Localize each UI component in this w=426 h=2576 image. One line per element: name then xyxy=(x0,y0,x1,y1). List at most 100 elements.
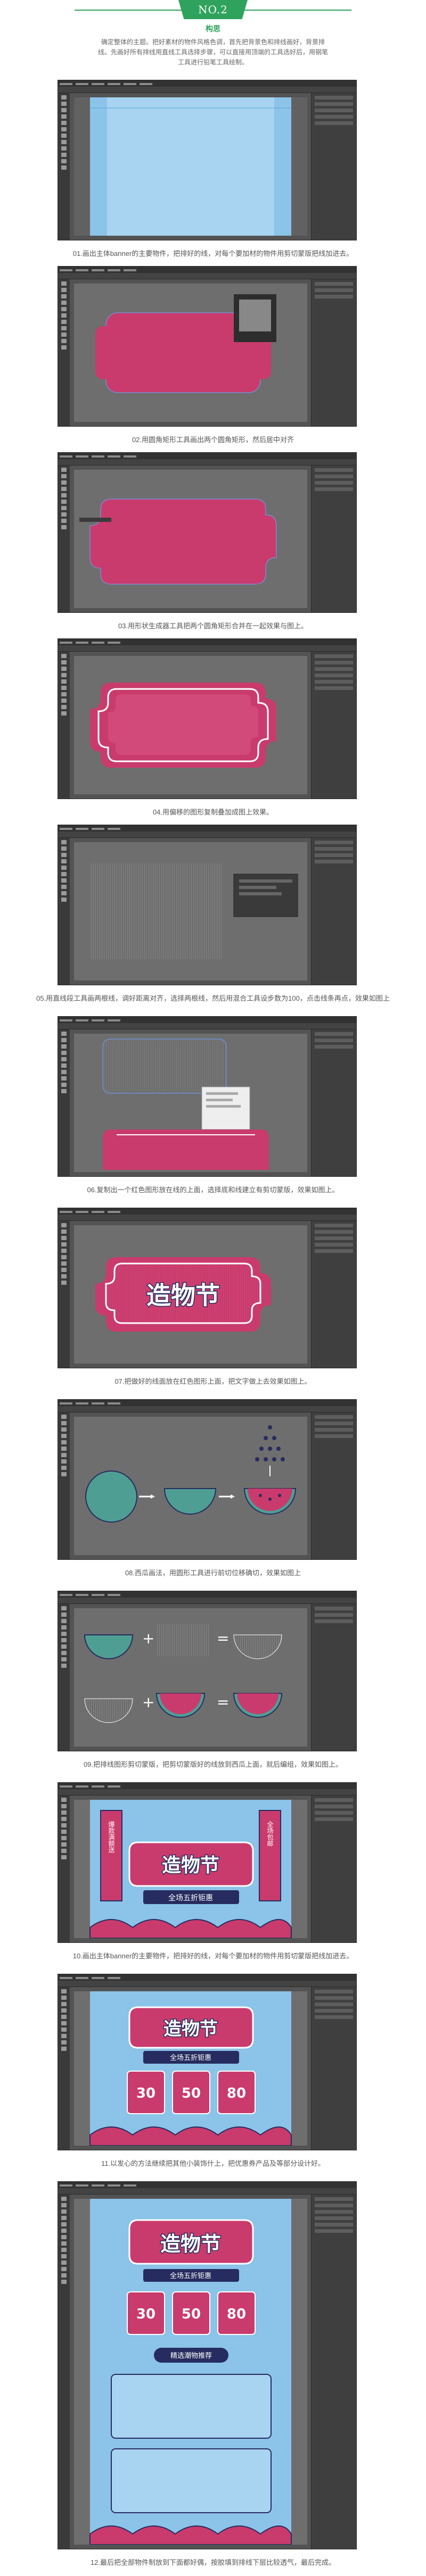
artboard xyxy=(74,842,307,980)
options-bar xyxy=(58,1023,356,1029)
artboard: 造物节 xyxy=(74,1225,307,1364)
clip-mask-art xyxy=(102,1038,269,1170)
section-intro: 确定整体的主题。把好素材的物件风格色调，首先把背景色和排线画好，背景排线。先画好… xyxy=(97,38,328,66)
side-panel xyxy=(311,1987,356,2150)
tool-panel xyxy=(58,93,70,240)
screenshot-12: 造物节 全场五折钜惠 30 50 80 精选潮物推荐 xyxy=(58,2181,357,2549)
side-panel xyxy=(311,2195,356,2549)
banner-subtitle: 全场五折钜惠 xyxy=(170,2054,211,2062)
menu-bar xyxy=(58,1974,356,1981)
side-panel xyxy=(311,838,356,985)
artboard: 造物节 全场五折钜惠 30 50 80 xyxy=(74,1991,307,2146)
banner-title: 造物节 xyxy=(163,2018,218,2040)
side-panel xyxy=(311,1796,356,1942)
step-caption: 08.西瓜画法，用圆形工具进行前切位移确切，效果如图上 xyxy=(125,1569,301,1577)
options-bar xyxy=(58,1598,356,1604)
options-bar xyxy=(58,273,356,279)
artboard xyxy=(74,97,307,236)
watermelon-steps-art xyxy=(85,1425,297,1523)
banner-subtitle: 全场五折钜惠 xyxy=(168,1893,213,1902)
menu-bar xyxy=(58,1400,356,1406)
artboard xyxy=(74,470,307,608)
artboard: 造物节 全场五折钜惠 30 50 80 精选潮物推荐 xyxy=(74,2199,307,2545)
screenshot-8 xyxy=(58,1399,357,1560)
final-poster-art: 造物节 全场五折钜惠 30 50 80 精选潮物推荐 xyxy=(89,2199,292,2545)
section-subtitle: 构思 xyxy=(206,24,220,33)
merged-shape-art xyxy=(79,498,277,585)
artboard xyxy=(74,1417,307,1555)
side-panel xyxy=(311,1029,356,1176)
options-bar xyxy=(58,1215,356,1221)
step-caption: 02.用圆角矩形工具画出两个圆角矩形，然后居中对齐 xyxy=(132,436,294,444)
menu-bar xyxy=(58,825,356,832)
menu-bar xyxy=(58,1783,356,1789)
tool-panel xyxy=(58,1604,70,1751)
blue-background-art xyxy=(90,97,291,236)
pattern-merge-art: + = + = xyxy=(84,1624,283,1723)
options-bar xyxy=(58,1406,356,1412)
coupon-value: 30 xyxy=(136,2085,155,2101)
tool-panel xyxy=(58,466,70,612)
screenshot-11: 造物节 全场五折钜惠 30 50 80 xyxy=(58,1974,357,2150)
menu-bar xyxy=(58,1591,356,1598)
options-bar xyxy=(58,645,356,652)
step-caption: 07.把做好的线面放在红色图形上面，把文字做上去效果如图上。 xyxy=(114,1377,312,1385)
options-bar xyxy=(58,1789,356,1796)
coupon-value: 30 xyxy=(136,2306,155,2322)
side-panel xyxy=(311,466,356,612)
banner-right-text: 全场包邮 xyxy=(266,1821,274,1847)
step-caption: 05.用直线段工具画两根线，调好距离对齐，选择两根线，然后用混合工具设步数为10… xyxy=(36,994,390,1002)
options-bar xyxy=(58,2188,356,2195)
step-caption: 11.以发心的方法继续把其他小装饰什上，把优惠券产品及等部分设计好。 xyxy=(101,2159,325,2167)
section-badge: NO.2 xyxy=(178,0,248,19)
badge-wrap: NO.2 xyxy=(0,0,426,21)
step-caption: 04.用偏移的图形复制叠加成图上效果。 xyxy=(152,808,274,816)
tool-panel xyxy=(58,1029,70,1176)
coupon-value: 80 xyxy=(227,2306,246,2322)
title-sign-art: 造物节 xyxy=(95,1257,271,1332)
side-panel xyxy=(311,1412,356,1559)
tool-panel xyxy=(58,279,70,426)
screenshot-10: 爆款满额送 全场包邮 造物节 全场五折钜惠 xyxy=(58,1782,357,1943)
tool-panel xyxy=(58,1987,70,2150)
menu-bar xyxy=(58,80,356,87)
screenshot-5 xyxy=(58,825,357,985)
coupon-value: 50 xyxy=(182,2306,201,2322)
artboard: 爆款满额送 全场包邮 造物节 全场五折钜惠 xyxy=(74,1800,307,1938)
banner-art-v2: 造物节 全场五折钜惠 30 50 80 xyxy=(89,1991,292,2146)
artboard: + = + = xyxy=(74,1608,307,1747)
tool-panel xyxy=(58,2195,70,2549)
menu-bar xyxy=(58,267,356,273)
menu-bar xyxy=(58,1208,356,1215)
options-bar xyxy=(58,87,356,93)
screenshot-7: 造物节 xyxy=(58,1208,357,1368)
screenshot-1 xyxy=(58,80,357,240)
tool-panel xyxy=(58,1796,70,1942)
screenshot-2 xyxy=(58,266,357,427)
banner-left-text: 爆款满额送 xyxy=(108,1821,115,1854)
tool-panel xyxy=(58,1412,70,1559)
screenshot-6 xyxy=(58,1016,357,1177)
menu-bar xyxy=(58,1017,356,1023)
step-caption: 09.把排线图形剪切蒙版，把剪切蒙版好的线放到西瓜上面，就后编组，效果如图上。 xyxy=(83,1760,343,1768)
menu-bar xyxy=(58,2182,356,2188)
title-text: 造物节 xyxy=(146,1281,220,1310)
poster-button: 精选潮物推荐 xyxy=(170,2352,212,2360)
screenshot-3 xyxy=(58,452,357,613)
artboard xyxy=(74,284,307,422)
blend-lines-art xyxy=(90,863,298,959)
step-caption: 10.画出主体banner的主要物件，把排好的线，对每个要加材的物件用剪切蒙版把… xyxy=(72,1952,354,1960)
artboard xyxy=(74,656,307,794)
plus-sign: + xyxy=(142,1630,154,1647)
tool-panel xyxy=(58,1221,70,1368)
menu-bar xyxy=(58,639,356,645)
options-bar xyxy=(58,459,356,466)
tool-panel xyxy=(58,652,70,799)
options-bar xyxy=(58,1981,356,1987)
equals-sign: = xyxy=(217,1693,229,1711)
step-caption: 12.最后把全部物件制放到下面都好偶，按胶填到排线下层比较透气，最后完成。 xyxy=(90,2558,336,2566)
step-caption: 06.复制出一个红色图形放在线的上面，选择底和线建立有剪切蒙版，效果如图上。 xyxy=(87,1186,339,1194)
artboard xyxy=(74,1034,307,1172)
tool-panel xyxy=(58,838,70,985)
side-panel xyxy=(311,1221,356,1368)
